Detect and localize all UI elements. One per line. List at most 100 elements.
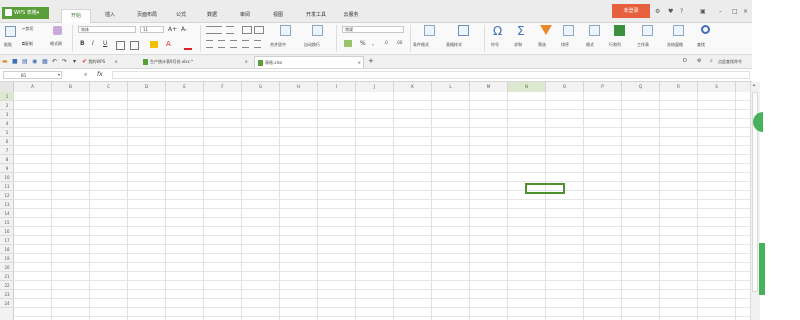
column-header[interactable]: D: [128, 82, 166, 92]
column-header[interactable]: N: [508, 82, 546, 92]
omega-symbol-icon[interactable]: Ω: [493, 24, 502, 38]
close-tab-icon[interactable]: ×: [245, 56, 248, 67]
filter-button[interactable]: 筛选: [538, 42, 546, 48]
percent-icon[interactable]: %: [360, 40, 366, 47]
align-top-icon[interactable]: [206, 26, 222, 34]
find-magnifier-icon[interactable]: [701, 25, 710, 34]
row-header[interactable]: 3: [0, 110, 14, 119]
doc-tab-file1[interactable]: 生产统计表9月份.xlsx * ×: [140, 56, 250, 67]
column-header[interactable]: L: [432, 82, 470, 92]
row-header[interactable]: 10: [0, 173, 14, 182]
skin-icon[interactable]: ♥: [668, 8, 673, 16]
row-header[interactable]: 6: [0, 137, 14, 146]
currency-icon[interactable]: [344, 40, 352, 47]
save-icon[interactable]: ■: [12, 58, 18, 65]
row-header[interactable]: 1: [0, 92, 14, 101]
wrap-text-icon[interactable]: [312, 25, 323, 36]
column-header[interactable]: H: [280, 82, 318, 92]
row-header[interactable]: 16: [0, 227, 14, 236]
freeze-panes-button[interactable]: 冻结窗格: [667, 42, 683, 48]
row-header[interactable]: 5: [0, 128, 14, 137]
close-tab-icon[interactable]: ×: [358, 57, 361, 68]
tab-cloud[interactable]: 云服务: [334, 9, 368, 22]
quick-access-dropdown-icon[interactable]: ▾: [73, 58, 76, 65]
tab-formulas[interactable]: 公式: [166, 9, 196, 22]
column-header[interactable]: P: [584, 82, 622, 92]
table-style-icon[interactable]: [458, 25, 469, 36]
row-header[interactable]: 18: [0, 245, 14, 254]
wrap-text-button[interactable]: 自动换行: [304, 42, 320, 48]
tab-page-layout[interactable]: 页面布局: [127, 9, 167, 22]
row-header[interactable]: 17: [0, 236, 14, 245]
sort-button[interactable]: 排序: [561, 42, 569, 48]
column-header[interactable]: K: [394, 82, 432, 92]
open-folder-icon[interactable]: ▬: [2, 58, 8, 65]
zoom-magnifier-icon[interactable]: ⌕: [84, 71, 87, 79]
row-header[interactable]: 24: [0, 299, 14, 308]
autosum-button[interactable]: 求和: [514, 42, 522, 48]
clear-format-icon[interactable]: [184, 41, 192, 50]
font-shrink-button[interactable]: A-: [181, 26, 187, 33]
italic-button[interactable]: I: [92, 40, 94, 47]
select-all-corner[interactable]: [0, 82, 14, 92]
close-tab-icon[interactable]: ×: [115, 59, 118, 64]
app-menu-button[interactable]: WPS 表格▾: [2, 7, 49, 19]
conditional-format-button[interactable]: 条件格式: [413, 42, 429, 48]
column-header[interactable]: J: [356, 82, 394, 92]
scroll-up-arrow-icon[interactable]: ▴: [753, 82, 755, 87]
close-icon[interactable]: ×: [743, 8, 748, 16]
row-header[interactable]: 19: [0, 254, 14, 263]
distribute-icon[interactable]: [254, 40, 261, 48]
align-right-icon[interactable]: [230, 40, 237, 48]
row-header[interactable]: 20: [0, 263, 14, 272]
indent-icon[interactable]: [242, 26, 252, 34]
column-header[interactable]: A: [14, 82, 52, 92]
active-cell-selection[interactable]: [525, 183, 565, 194]
row-header[interactable]: 21: [0, 272, 14, 281]
rows-cols-icon[interactable]: [614, 25, 625, 36]
maximize-icon[interactable]: □: [732, 8, 738, 16]
row-header[interactable]: 14: [0, 209, 14, 218]
decrease-decimal-icon[interactable]: .00: [396, 40, 402, 45]
format-painter-button[interactable]: 格式刷: [50, 41, 62, 47]
row-header[interactable]: 22: [0, 281, 14, 290]
sigma-sum-icon[interactable]: Σ: [517, 24, 525, 38]
tab-data[interactable]: 数据: [197, 9, 227, 22]
copy-button[interactable]: ⧉复制: [22, 41, 33, 47]
share-icon[interactable]: D: [683, 58, 687, 64]
sort-icon[interactable]: [563, 25, 574, 36]
command-search-label[interactable]: 点此查找命令: [718, 59, 742, 65]
column-header[interactable]: S: [698, 82, 736, 92]
merge-center-button[interactable]: 合并居中: [270, 42, 286, 48]
tab-view[interactable]: 视图: [263, 9, 293, 22]
symbol-button[interactable]: 符号: [491, 42, 499, 48]
print-icon[interactable]: ▤: [22, 58, 28, 65]
formula-input[interactable]: [112, 71, 750, 79]
merge-center-icon[interactable]: [280, 25, 291, 36]
align-middle-icon[interactable]: [226, 26, 234, 34]
bold-button[interactable]: B: [80, 40, 85, 47]
row-header[interactable]: 12: [0, 191, 14, 200]
help-icon[interactable]: ?: [680, 8, 683, 16]
tab-review[interactable]: 审阅: [230, 9, 260, 22]
borders-icon[interactable]: [116, 41, 125, 50]
login-button[interactable]: 未登录: [612, 4, 650, 18]
comma-icon[interactable]: ,: [372, 40, 374, 47]
cut-button[interactable]: ✂剪切: [22, 26, 33, 32]
spellcheck-icon[interactable]: ▦: [42, 58, 48, 65]
minimize-icon[interactable]: –: [719, 8, 722, 16]
font-name-field[interactable]: 宋体: [78, 26, 136, 33]
freeze-panes-icon[interactable]: [673, 25, 684, 36]
fx-button[interactable]: fx: [97, 71, 103, 78]
number-format-field[interactable]: 常规: [342, 26, 404, 33]
find-button[interactable]: 查找: [697, 42, 705, 48]
redo-icon[interactable]: ↷: [62, 58, 67, 65]
format-painter-icon[interactable]: [53, 26, 62, 35]
new-tab-plus-icon[interactable]: +: [368, 57, 374, 65]
fill-color-icon[interactable]: [150, 41, 158, 48]
outdent-icon[interactable]: [254, 26, 264, 34]
doc-tab-my-wps[interactable]: ✔ 我的WPS ×: [82, 56, 118, 67]
column-header[interactable]: C: [90, 82, 128, 92]
justify-icon[interactable]: [242, 40, 249, 48]
worksheet-icon[interactable]: [642, 25, 653, 36]
